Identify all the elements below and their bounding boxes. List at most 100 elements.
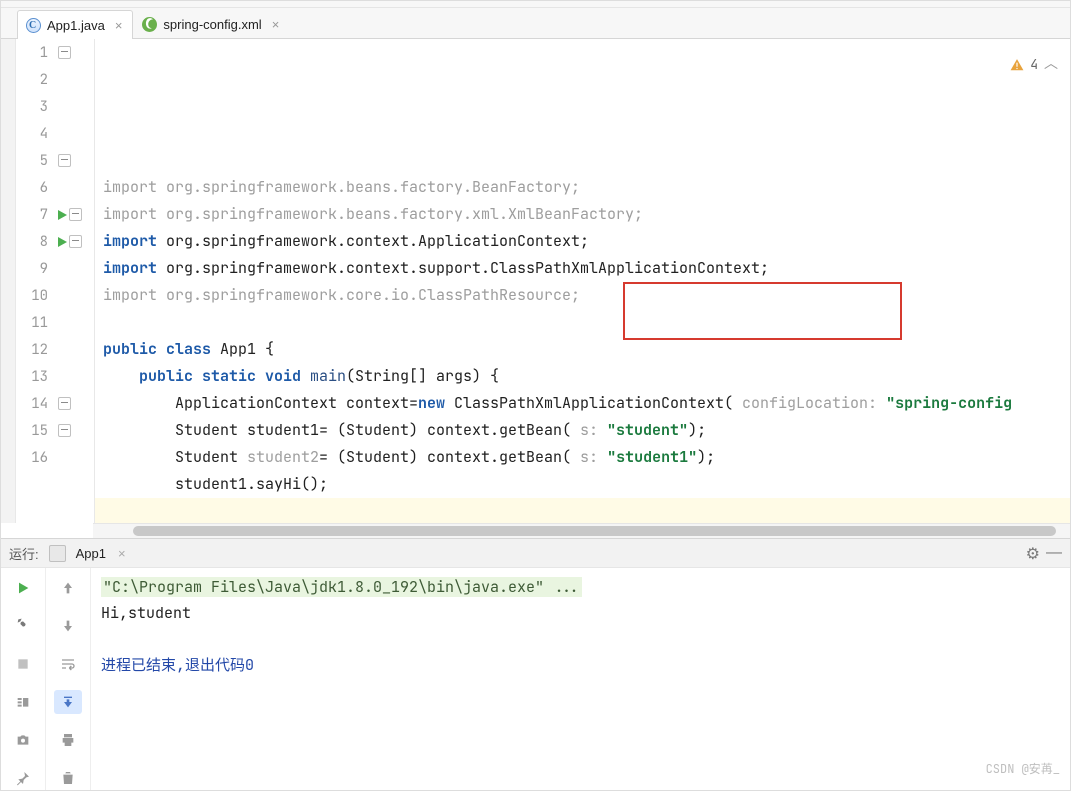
code-line[interactable]: public static void main(String[] args) { bbox=[95, 363, 1070, 390]
code-token: student2 bbox=[247, 447, 319, 467]
editor-area: 12345678910111213141516 4 ︿ import org.s… bbox=[1, 39, 1070, 523]
code-token bbox=[103, 501, 112, 521]
close-icon[interactable]: × bbox=[115, 18, 123, 33]
code-line[interactable]: public class App1 { bbox=[95, 336, 1070, 363]
code-token: org.springframework.context.support.Clas… bbox=[166, 258, 769, 278]
gutter-line[interactable]: 2 bbox=[16, 66, 94, 93]
trash-button[interactable] bbox=[54, 766, 82, 790]
code-token bbox=[877, 393, 886, 413]
code-line[interactable]: import org.springframework.beans.factory… bbox=[95, 201, 1070, 228]
camera-button[interactable] bbox=[9, 728, 37, 752]
run-config-name[interactable]: App1 bbox=[76, 546, 106, 561]
code-token: main bbox=[310, 366, 346, 386]
gutter-line[interactable]: 9 bbox=[16, 255, 94, 282]
code-line[interactable] bbox=[95, 498, 1070, 523]
gutter-line[interactable]: 11 bbox=[16, 309, 94, 336]
close-tab-icon[interactable]: × bbox=[118, 546, 126, 561]
code-line[interactable]: import org.springframework.beans.factory… bbox=[95, 174, 1070, 201]
tab-label: App1.java bbox=[47, 18, 105, 33]
soft-wrap-button[interactable] bbox=[54, 652, 82, 676]
code-token: "student" bbox=[607, 420, 688, 440]
code-line[interactable]: ApplicationContext context=new ClassPath… bbox=[95, 390, 1070, 417]
gutter-line[interactable]: 3 bbox=[16, 93, 94, 120]
scroll-to-end-button[interactable] bbox=[54, 690, 82, 714]
run-gutter-icon[interactable] bbox=[58, 210, 67, 220]
console-exit-message: 进程已结束,退出代码0 bbox=[101, 652, 1060, 678]
code-line[interactable] bbox=[95, 309, 1070, 336]
gutter-line[interactable]: 1 bbox=[16, 39, 94, 66]
fold-icon[interactable] bbox=[58, 46, 71, 59]
run-toolwindow-header[interactable]: 运行: App1 × ⚙ — bbox=[1, 538, 1070, 568]
run-config-icon bbox=[49, 545, 66, 562]
gutter-line[interactable]: 4 bbox=[16, 120, 94, 147]
gutter-line[interactable]: 14 bbox=[16, 390, 94, 417]
line-number: 4 bbox=[16, 125, 56, 143]
gear-icon[interactable]: ⚙ bbox=[1026, 544, 1040, 564]
fold-icon[interactable] bbox=[58, 154, 71, 167]
code-viewport[interactable]: 4 ︿ import org.springframework.beans.fac… bbox=[95, 39, 1070, 523]
hide-icon[interactable]: — bbox=[1046, 544, 1062, 562]
gutter-line[interactable]: 8 bbox=[16, 228, 94, 255]
stop-button[interactable] bbox=[9, 652, 37, 676]
gutter-line[interactable]: 6 bbox=[16, 174, 94, 201]
code-token: org.springframework.beans.factory.xml.Xm… bbox=[166, 204, 643, 224]
code-line[interactable]: student1.sayHi(); bbox=[95, 471, 1070, 498]
gutter-line[interactable]: 5 bbox=[16, 147, 94, 174]
inspection-widget[interactable]: 4 ︿ bbox=[1010, 51, 1058, 78]
code-token: org.springframework.core.io.ClassPathRes… bbox=[166, 285, 580, 305]
down-button[interactable] bbox=[54, 614, 82, 638]
line-number: 12 bbox=[16, 341, 56, 359]
line-number: 15 bbox=[16, 422, 56, 440]
code-token: public class bbox=[103, 339, 220, 359]
code-token: ); bbox=[697, 447, 715, 467]
run-gutter-icon[interactable] bbox=[58, 237, 67, 247]
line-number: 9 bbox=[16, 260, 56, 278]
gutter-line[interactable]: 10 bbox=[16, 282, 94, 309]
code-line[interactable]: Student student2= (Student) context.getB… bbox=[95, 444, 1070, 471]
close-icon[interactable]: × bbox=[272, 17, 280, 32]
console-output[interactable]: "C:\Program Files\Java\jdk1.8.0_192\bin\… bbox=[91, 568, 1070, 790]
code-token: "student1" bbox=[607, 447, 697, 467]
line-number: 2 bbox=[16, 71, 56, 89]
chevron-up-icon[interactable]: ︿ bbox=[1044, 51, 1058, 78]
tab-spring-config-xml[interactable]: spring-config.xml× bbox=[133, 9, 290, 38]
code-token: App1 { bbox=[220, 339, 274, 359]
gutter-line[interactable]: 7 bbox=[16, 201, 94, 228]
scroll-thumb[interactable] bbox=[133, 526, 1056, 536]
code-line[interactable]: import org.springframework.context.Appli… bbox=[95, 228, 1070, 255]
fold-icon[interactable] bbox=[58, 424, 71, 437]
run-side-toolbar-2 bbox=[46, 568, 91, 790]
code-line[interactable]: import org.springframework.context.suppo… bbox=[95, 255, 1070, 282]
java-class-icon bbox=[26, 18, 41, 33]
warning-icon bbox=[1010, 58, 1024, 72]
tab-App1-java[interactable]: App1.java × bbox=[17, 10, 133, 39]
fold-icon[interactable] bbox=[69, 235, 82, 248]
gutter-line[interactable]: 13 bbox=[16, 363, 94, 390]
rerun-button[interactable] bbox=[9, 576, 37, 600]
gutter-line[interactable]: 12 bbox=[16, 336, 94, 363]
code-token: org.springframework.context.ApplicationC… bbox=[166, 231, 589, 251]
run-toolwindow-body: "C:\Program Files\Java\jdk1.8.0_192\bin\… bbox=[1, 568, 1070, 790]
line-number: 3 bbox=[16, 98, 56, 116]
code-token: (String[] args) { bbox=[346, 366, 499, 386]
line-number: 11 bbox=[16, 314, 56, 332]
line-number: 13 bbox=[16, 368, 56, 386]
horizontal-scrollbar[interactable] bbox=[93, 523, 1070, 538]
line-number: 7 bbox=[16, 206, 56, 224]
code-token: ); bbox=[688, 420, 706, 440]
print-button[interactable] bbox=[54, 728, 82, 752]
line-number: 1 bbox=[16, 44, 56, 62]
layout-button[interactable] bbox=[9, 690, 37, 714]
line-number: 6 bbox=[16, 179, 56, 197]
warning-count: 4 bbox=[1030, 51, 1038, 78]
code-token: import bbox=[103, 231, 166, 251]
up-button[interactable] bbox=[54, 576, 82, 600]
pin-button[interactable] bbox=[9, 766, 37, 790]
code-line[interactable]: import org.springframework.core.io.Class… bbox=[95, 282, 1070, 309]
fold-icon[interactable] bbox=[69, 208, 82, 221]
fold-icon[interactable] bbox=[58, 397, 71, 410]
code-line[interactable]: Student student1= (Student) context.getB… bbox=[95, 417, 1070, 444]
gutter-line[interactable]: 15 bbox=[16, 417, 94, 444]
tools-button[interactable] bbox=[9, 614, 37, 638]
gutter-line[interactable]: 16 bbox=[16, 444, 94, 471]
